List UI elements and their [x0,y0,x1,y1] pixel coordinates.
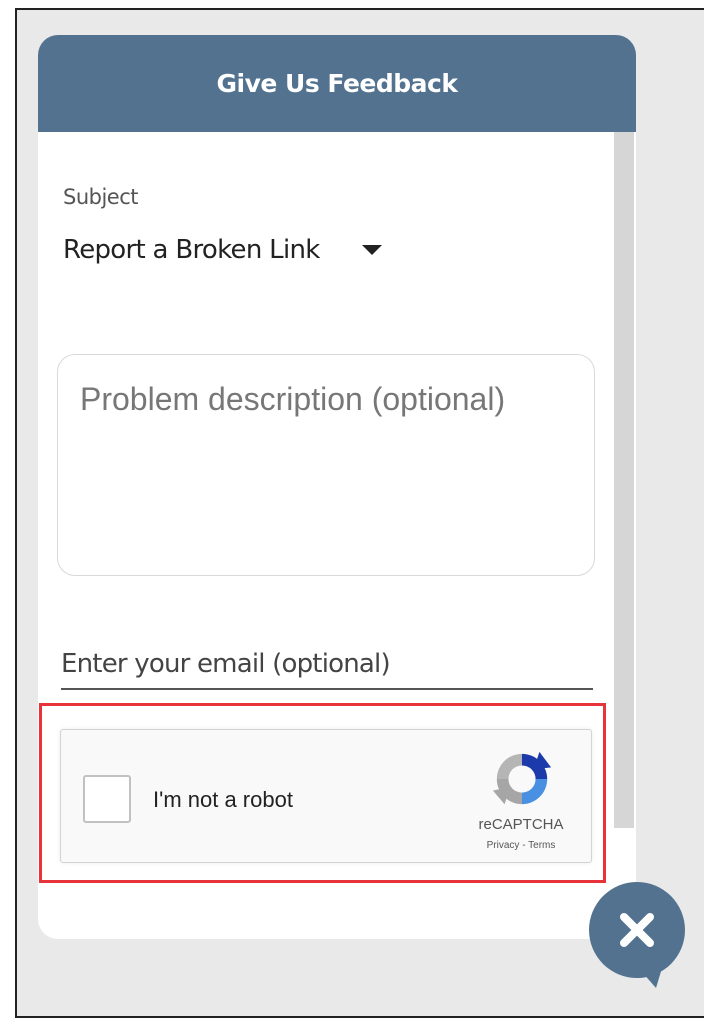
panel-title: Give Us Feedback [216,69,458,98]
recaptcha-terms-link[interactable]: Terms [528,840,555,851]
recaptcha-link-separator: - [522,840,526,851]
recaptcha-privacy-link[interactable]: Privacy [487,840,520,851]
panel-header: Give Us Feedback [38,35,636,132]
description-field[interactable] [57,354,595,576]
recaptcha-brand: reCAPTCHA [478,816,564,833]
subject-dropdown[interactable]: Report a Broken Link [63,230,483,270]
recaptcha-widget: I'm not a robot reCAPTCHA Privacy - Term… [60,729,592,863]
email-field[interactable] [61,640,593,690]
recaptcha-checkbox[interactable] [83,775,131,823]
email-input[interactable] [61,640,593,688]
caret-down-icon [361,245,382,255]
recaptcha-logo-icon [492,751,552,805]
recaptcha-label: I'm not a robot [153,787,293,812]
subject-label: Subject [63,185,139,209]
description-textarea[interactable] [58,355,594,575]
close-button[interactable] [584,882,690,988]
subject-selected-value: Report a Broken Link [63,235,320,265]
recaptcha-links: Privacy - Terms [466,840,576,851]
scrollbar[interactable] [614,132,634,828]
